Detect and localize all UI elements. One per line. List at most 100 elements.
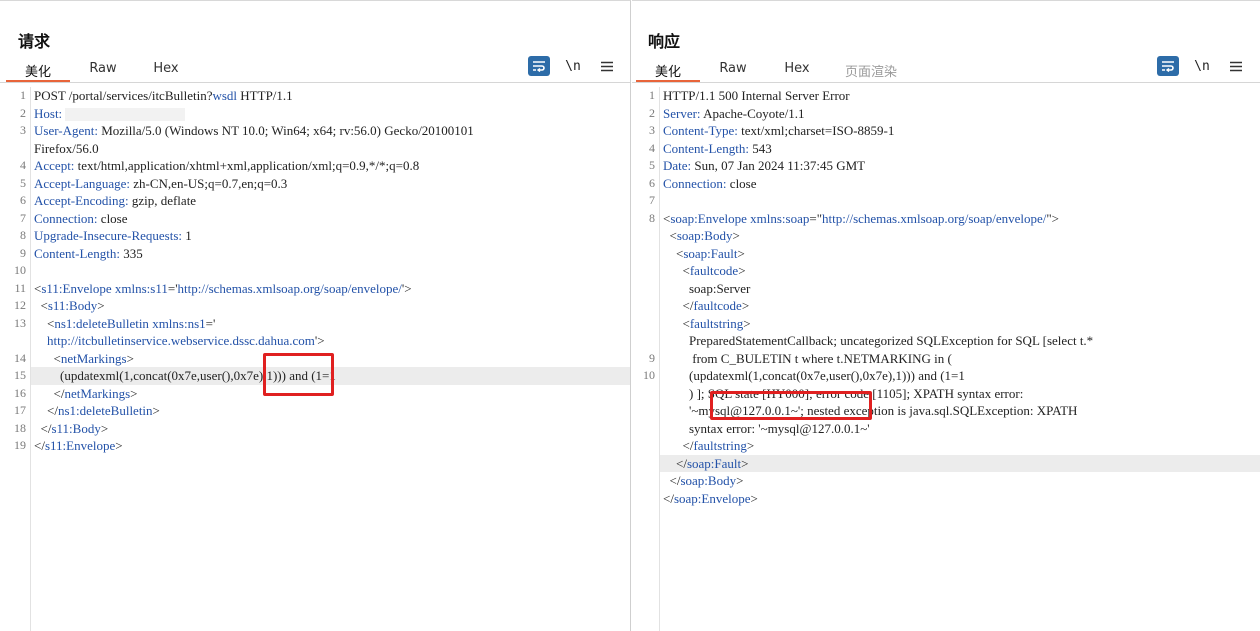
tab-pretty[interactable]: 美化: [636, 59, 700, 82]
code-token: =': [167, 280, 178, 296]
code-token: soap:Body: [676, 228, 733, 243]
request-toolbar: \n: [528, 56, 618, 76]
code-token: <: [34, 298, 48, 313]
line-number: 19: [14, 438, 26, 452]
code-token: >: [115, 438, 123, 453]
code-token: >: [736, 473, 744, 488]
code-token: Sun, 07 Jan 2024 11:37:45 GMT: [691, 158, 866, 173]
code-line: Upgrade-Insecure-Requests: 1: [34, 227, 630, 245]
code-line: Host:: [34, 105, 630, 123]
code-token: '>: [314, 333, 325, 348]
code-line: Accept: text/html,application/xhtml+xml,…: [34, 157, 630, 175]
code-line: Content-Length: 543: [663, 140, 1260, 158]
line-number: [0, 140, 26, 158]
line-number: [632, 332, 655, 350]
code-token: >: [741, 298, 750, 313]
code-line: </soap:Body>: [663, 472, 1260, 490]
code-token: http://schemas.xmlsoap.org/soap/envelope…: [177, 280, 402, 296]
response-editor[interactable]: 1 2 3 4 5 6 7 8 9 10 HTTP/1.1 500 Internal Server …: [632, 87, 1260, 631]
code-token: faultcode: [689, 263, 739, 278]
line-number: 2: [649, 105, 655, 120]
code-token: faultstring: [689, 315, 744, 331]
code-token: close: [726, 175, 757, 191]
code-line: PreparedStatementCallback; uncategorized…: [663, 332, 1260, 350]
code-token: xmlns:soap: [746, 210, 810, 226]
code-line: <soap:Fault>: [663, 245, 1260, 263]
line-number: 4: [649, 140, 655, 155]
code-token: Server:: [663, 105, 701, 121]
code-token: '>: [401, 280, 412, 296]
tab-hex[interactable]: Hex: [136, 59, 196, 82]
tab-raw[interactable]: Raw: [70, 59, 136, 82]
code-line: Connection: close: [34, 210, 630, 228]
code-line: <s11:Body>: [34, 297, 630, 315]
code-token: Host:: [34, 105, 63, 121]
code-token: faultstring: [693, 438, 747, 453]
code-token: >: [746, 438, 755, 453]
code-token: netMarkings: [64, 385, 131, 401]
line-number: [632, 245, 655, 263]
code-token: ns1:deleteBulletin: [57, 403, 153, 418]
wrap-lines-icon[interactable]: [528, 56, 550, 76]
code-token: http://schemas.xmlsoap.org/soap/envelope…: [822, 210, 1047, 226]
code-token: Upgrade-Insecure-Requests:: [34, 228, 182, 243]
code-line: syntax error: '~mysql@127.0.0.1~': [663, 420, 1260, 438]
code-line: Content-Length: 335: [34, 245, 630, 263]
line-number: [632, 472, 655, 490]
code-token: Connection:: [34, 210, 98, 226]
highlight-annotation: [710, 391, 872, 420]
code-token: (updatexml(1,concat(0x7e,user(),0x7e),1)…: [663, 368, 965, 383]
tab-hex[interactable]: Hex: [766, 59, 828, 82]
tab-render: 页面渲染: [844, 65, 897, 80]
code-token: xmlns:s11: [111, 280, 168, 296]
tab-raw[interactable]: Raw: [700, 59, 766, 82]
code-line: <faultstring>: [663, 315, 1260, 333]
hamburger-menu-icon[interactable]: [1225, 56, 1247, 76]
line-number: [632, 455, 655, 473]
code-token: </: [34, 420, 52, 436]
code-token: syntax error: '~mysql@127.0.0.1~': [663, 420, 870, 436]
code-token: =': [205, 315, 216, 331]
code-token: <: [34, 350, 61, 366]
code-token: netMarkings: [60, 350, 127, 366]
line-number: 3: [649, 123, 655, 137]
line-number: 9: [649, 350, 655, 365]
code-token: close: [97, 210, 128, 226]
code-line: </soap:Envelope>: [663, 490, 1260, 508]
line-number: [632, 402, 655, 420]
line-number: 16: [14, 385, 26, 400]
code-line: </soap:Fault>: [660, 454, 1260, 472]
wrap-lines-icon[interactable]: [1157, 56, 1179, 76]
code-line: (updatexml(1,concat(0x7e,user(),0x7e),1)…: [663, 367, 1260, 385]
tab-pretty[interactable]: 美化: [6, 59, 70, 82]
code-token: </: [663, 438, 694, 453]
line-number: 6: [649, 175, 655, 190]
code-token: from C_BULETIN t where t.NETMARKING in (: [663, 350, 952, 366]
code-token: gzip, deflate: [128, 193, 197, 208]
code-token: Content-Type:: [663, 123, 738, 138]
code-token: Accept-Encoding:: [34, 193, 129, 208]
code-token: soap:Envelope: [670, 210, 747, 226]
code-token: faultcode: [693, 298, 742, 313]
code-token: s11:Body: [47, 298, 98, 313]
code-line: Server: Apache-Coyote/1.1: [663, 105, 1260, 123]
code-line: HTTP/1.1 500 Internal Server Error: [663, 87, 1260, 105]
newline-toggle[interactable]: \n: [562, 56, 584, 76]
code-token: <: [663, 245, 684, 261]
code-line: User-Agent: Mozilla/5.0 (Windows NT 10.0…: [34, 122, 630, 140]
code-line: <soap:Envelope xmlns:soap="http://schema…: [663, 210, 1260, 228]
hamburger-menu-icon[interactable]: [596, 56, 618, 76]
newline-toggle[interactable]: \n: [1191, 56, 1213, 76]
line-number: [632, 437, 655, 455]
code-line: </ns1:deleteBulletin>: [34, 402, 630, 420]
code-token: Apache-Coyote/1.1: [700, 105, 805, 121]
code-line: soap:Server: [663, 280, 1260, 298]
code-token: Accept:: [34, 158, 75, 173]
line-number: 8: [20, 228, 26, 242]
code-line: Date: Sun, 07 Jan 2024 11:37:45 GMT: [663, 157, 1260, 175]
code-token: <: [663, 315, 690, 331]
line-number: 13: [14, 315, 26, 330]
